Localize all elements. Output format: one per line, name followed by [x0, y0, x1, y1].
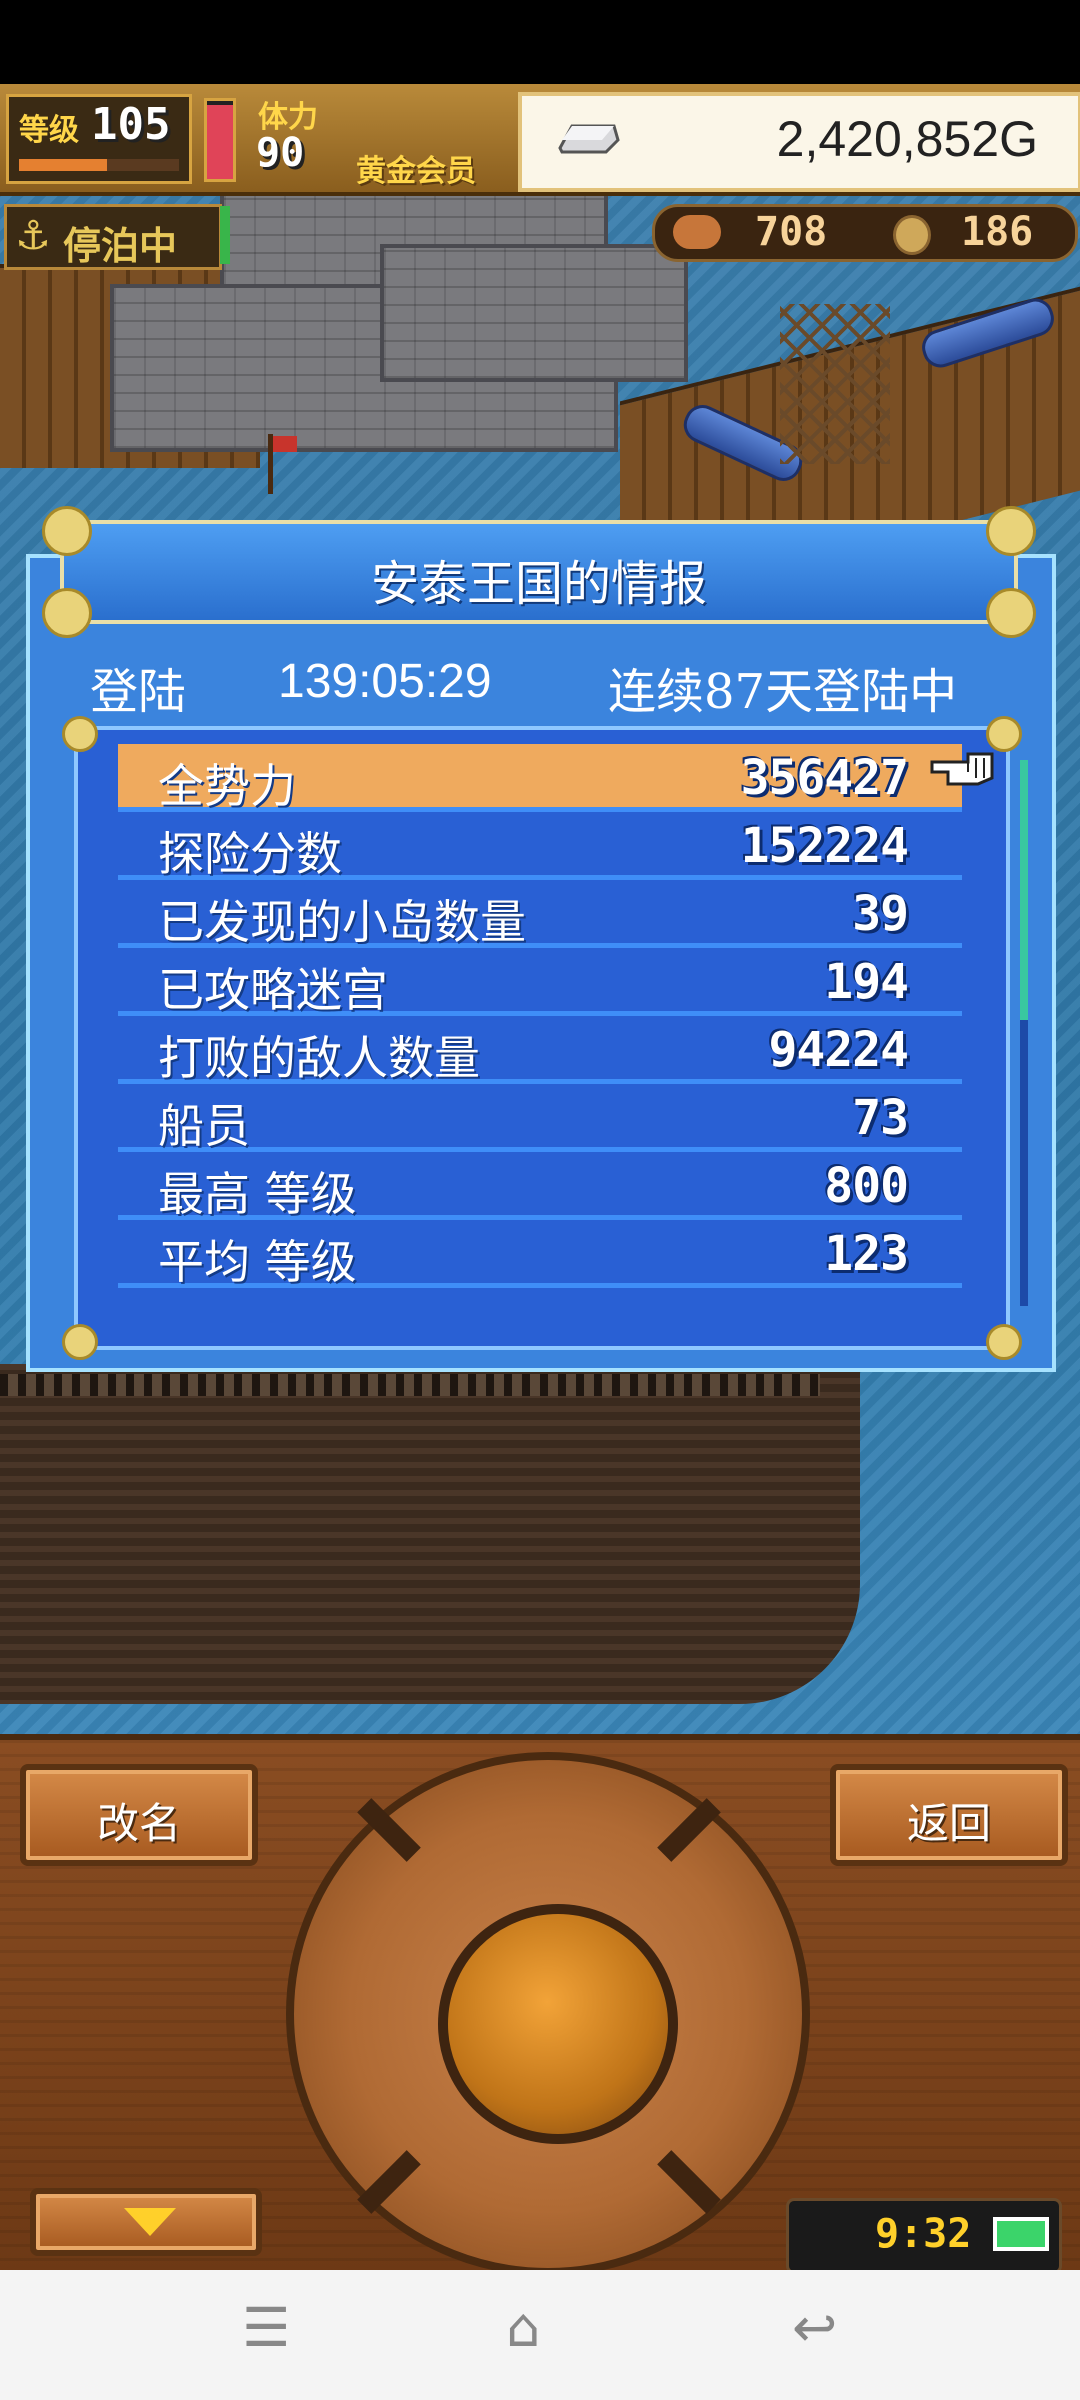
- hull-railing: [0, 1374, 820, 1396]
- stat-value: 123: [824, 1226, 909, 1282]
- ornament-icon: [62, 716, 98, 752]
- stat-row-exploration-score[interactable]: 探险分数 152224: [118, 812, 962, 881]
- gold-amount: 2,420,852G: [776, 111, 1038, 167]
- level-panel: 等级 105: [6, 94, 192, 184]
- stat-value: 356427: [740, 750, 909, 806]
- dialog-title: 安泰王国的情报: [370, 556, 707, 612]
- rename-button[interactable]: 改名: [20, 1764, 258, 1866]
- resource-food-value: 708: [755, 209, 828, 255]
- stats-list: 全势力 356427 探险分数 152224 已发现的小岛数量 39 已攻略迷宫…: [118, 744, 962, 1289]
- status-label: 停泊中: [63, 224, 178, 268]
- anchor-icon: ⚓: [15, 213, 51, 259]
- coin-icon: [893, 215, 931, 255]
- stat-row-enemies-defeated[interactable]: 打败的敌人数量 94224: [118, 1016, 962, 1085]
- top-black-band: [0, 0, 1080, 84]
- resource-bar: 708 186: [652, 204, 1078, 262]
- food-icon: [673, 215, 721, 249]
- rigging-net: [780, 304, 890, 464]
- stat-label: 已攻略迷宫: [158, 963, 388, 1017]
- login-time: 139:05:29: [278, 655, 492, 708]
- anchored-status[interactable]: ⚓ 停泊中: [4, 204, 222, 270]
- back-button[interactable]: 返回: [830, 1764, 1068, 1866]
- level-progress-fill: [19, 159, 107, 171]
- battery-icon: [993, 2217, 1049, 2251]
- system-nav-bar: ☰ ⌂ ↩: [0, 2270, 1080, 2400]
- membership-badge: 黄金会员: [356, 154, 476, 189]
- stat-value: 73: [852, 1090, 909, 1146]
- dial-divider: [657, 2150, 721, 2214]
- fortress-tower: [380, 244, 688, 382]
- expand-down-button[interactable]: [30, 2188, 262, 2256]
- stamina-gauge-fill: [207, 104, 233, 179]
- stat-row-islands-found[interactable]: 已发现的小岛数量 39: [118, 880, 962, 949]
- directional-dial[interactable]: [286, 1752, 810, 2276]
- stat-row-average-level[interactable]: 平均 等级 123: [118, 1220, 962, 1289]
- level-value: 105: [91, 99, 171, 150]
- dial-divider: [657, 1798, 721, 1862]
- stat-row-dungeons-cleared[interactable]: 已攻略迷宫 194: [118, 948, 962, 1017]
- home-icon[interactable]: ⌂: [506, 2296, 540, 2359]
- clock-time: 9:32: [875, 2211, 972, 2257]
- stat-label: 最高 等级: [158, 1167, 357, 1221]
- back-icon[interactable]: ↩: [792, 2296, 837, 2359]
- scrollbar-thumb[interactable]: [1020, 760, 1028, 1020]
- stats-panel: 全势力 356427 探险分数 152224 已发现的小岛数量 39 已攻略迷宫…: [62, 716, 1022, 1360]
- dial-center-button[interactable]: [438, 1904, 678, 2144]
- dialog-title-bar: 安泰王国的情报: [42, 506, 1036, 638]
- back-button-label: 返回: [906, 1799, 991, 1848]
- menu-icon[interactable]: ☰: [242, 2296, 290, 2359]
- stamina-gauge: [204, 98, 236, 182]
- stat-label: 打败的敌人数量: [158, 1031, 480, 1085]
- silver-ingot-icon: [558, 124, 620, 154]
- stat-value: 39: [852, 886, 909, 942]
- status-indicator: [220, 206, 230, 264]
- stat-label: 探险分数: [158, 827, 342, 881]
- stamina-value: 90: [256, 130, 305, 176]
- stat-value: 152224: [740, 818, 909, 874]
- dial-divider: [357, 2150, 421, 2214]
- ornament-icon: [62, 1324, 98, 1360]
- stat-value: 94224: [768, 1022, 909, 1078]
- rename-button-label: 改名: [96, 1799, 181, 1848]
- level-label: 等级: [19, 113, 79, 148]
- stat-label: 平均 等级: [158, 1235, 357, 1289]
- down-arrow-icon: [124, 2208, 176, 2236]
- stat-row-total-power[interactable]: 全势力 356427: [118, 744, 962, 813]
- dial-divider: [357, 1798, 421, 1862]
- login-streak: 连续87天登陆中: [608, 664, 958, 720]
- top-hud: 等级 105 体力 90 黄金会员 2,420,852G ⚓ 停泊中 708 1…: [0, 84, 1080, 270]
- gold-panel: 2,420,852G: [518, 92, 1080, 192]
- stat-label: 全势力: [158, 759, 296, 813]
- stat-value: 800: [824, 1158, 909, 1214]
- ornament-icon: [986, 716, 1022, 752]
- pointing-hand-cursor-icon: [930, 752, 994, 786]
- resource-coin-value: 186: [961, 209, 1034, 255]
- stat-row-max-level[interactable]: 最高 等级 800: [118, 1152, 962, 1221]
- stat-row-crew[interactable]: 船员 73: [118, 1084, 962, 1153]
- stat-value: 194: [824, 954, 909, 1010]
- ornament-icon: [986, 1324, 1022, 1360]
- red-flag-icon: [273, 436, 297, 452]
- stat-label: 已发现的小岛数量: [158, 895, 526, 949]
- stats-scrollbar[interactable]: [1020, 760, 1028, 1306]
- stat-label: 船员: [158, 1099, 250, 1153]
- clock-panel: 9:32: [786, 2198, 1062, 2274]
- login-label: 登陆: [90, 664, 187, 720]
- ship-hull: [0, 1364, 860, 1704]
- level-progress-bar: [19, 159, 179, 171]
